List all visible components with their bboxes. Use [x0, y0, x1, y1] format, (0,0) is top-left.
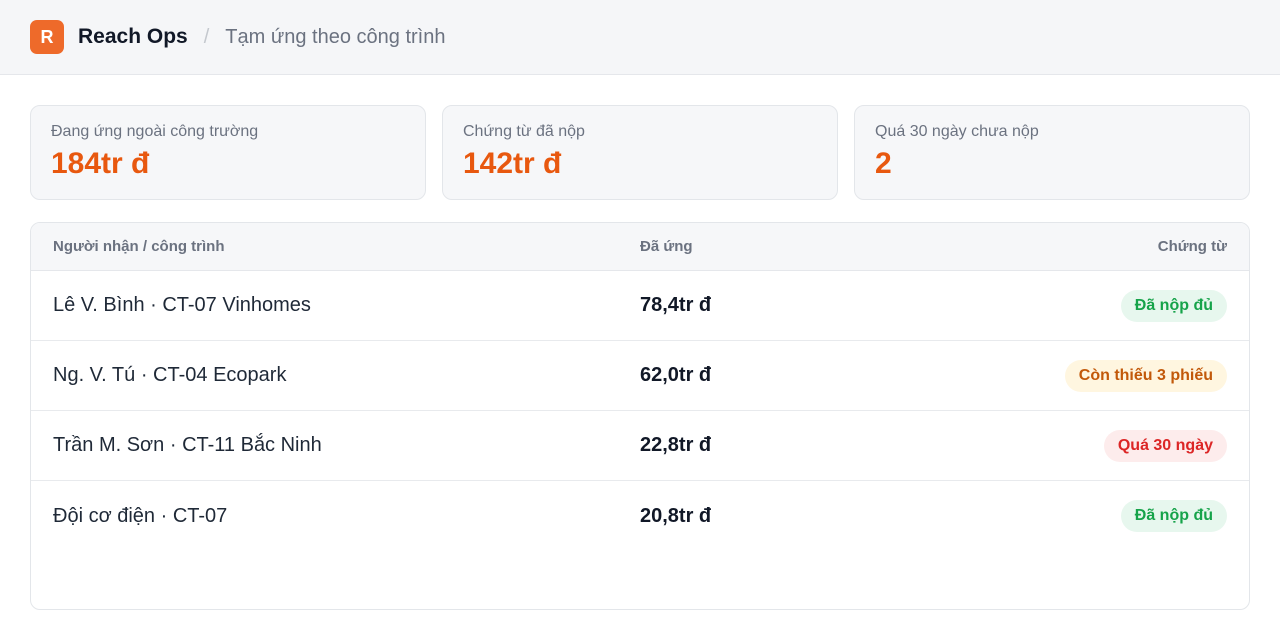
- advances-table: Người nhận / công trình Đã ứng Chứng từ …: [30, 222, 1250, 610]
- recipient-name: Lê V. Bình · CT-07 Vinhomes: [53, 294, 311, 316]
- top-bar: R Reach Ops / Tạm ứng theo công trình: [0, 0, 1280, 75]
- status-badge: Đã nộp đủ: [1120, 289, 1227, 322]
- stat-value: 2: [875, 147, 892, 180]
- stat-card-overdue: Quá 30 ngày chưa nộp 2: [854, 105, 1250, 200]
- status-badge: Còn thiếu 3 phiếu: [1064, 359, 1227, 392]
- stat-card-outstanding: Đang ứng ngoài công trường 184tr đ: [30, 105, 426, 200]
- status-badge: Đã nộp đủ: [1120, 500, 1227, 532]
- column-header-documents[interactable]: Chứng từ: [1158, 238, 1227, 255]
- advance-amount: 20,8tr đ: [640, 504, 712, 527]
- recipient-name: Đội cơ điện · CT-07: [53, 504, 228, 527]
- stat-label: Chứng từ đã nộp: [463, 123, 585, 140]
- table-row[interactable]: Đội cơ điện · CT-07 20,8tr đ Đã nộp đủ: [31, 481, 1249, 551]
- column-header-amount[interactable]: Đã ứng: [640, 238, 693, 255]
- advance-amount: 78,4tr đ: [640, 294, 712, 316]
- recipient-name: Trần M. Sơn · CT-11 Bắc Ninh: [53, 434, 322, 456]
- status-badge: Quá 30 ngày: [1103, 429, 1227, 462]
- summary-stats: Đang ứng ngoài công trường 184tr đ Chứng…: [30, 105, 1250, 200]
- advance-amount: 62,0tr đ: [640, 364, 712, 386]
- stat-value: 142tr đ: [463, 147, 562, 180]
- app-name[interactable]: Reach Ops: [78, 25, 188, 49]
- table-header: Người nhận / công trình Đã ứng Chứng từ: [31, 223, 1249, 271]
- column-header-recipient[interactable]: Người nhận / công trình: [53, 238, 225, 255]
- stat-label: Quá 30 ngày chưa nộp: [875, 123, 1039, 140]
- breadcrumb-current: Tạm ứng theo công trình: [225, 25, 446, 48]
- stat-card-submitted: Chứng từ đã nộp 142tr đ: [442, 105, 838, 200]
- app-logo[interactable]: R: [30, 20, 64, 54]
- stat-label: Đang ứng ngoài công trường: [51, 123, 259, 140]
- breadcrumb-separator: /: [203, 25, 210, 48]
- table-row[interactable]: Lê V. Bình · CT-07 Vinhomes 78,4tr đ Đã …: [31, 271, 1249, 341]
- recipient-name: Ng. V. Tú · CT-04 Ecopark: [53, 364, 287, 386]
- advance-amount: 22,8tr đ: [640, 434, 712, 456]
- stat-value: 184tr đ: [51, 147, 150, 180]
- table-row[interactable]: Ng. V. Tú · CT-04 Ecopark 62,0tr đ Còn t…: [31, 341, 1249, 411]
- table-row[interactable]: Trần M. Sơn · CT-11 Bắc Ninh 22,8tr đ Qu…: [31, 411, 1249, 481]
